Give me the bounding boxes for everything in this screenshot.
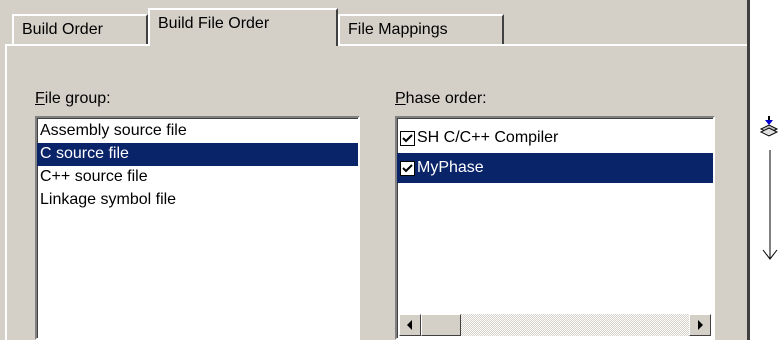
tab-file-mappings[interactable]: File Mappings xyxy=(338,14,504,44)
phase-checkbox[interactable] xyxy=(400,160,415,176)
tab-build-order[interactable]: Build Order xyxy=(12,14,148,44)
phase-order-label-text: hase order: xyxy=(405,90,487,107)
list-item[interactable]: Assembly source file xyxy=(37,120,358,143)
list-item[interactable]: C++ source file xyxy=(37,166,358,189)
scroll-right-button[interactable] xyxy=(689,314,711,336)
list-item-label: C++ source file xyxy=(40,168,148,185)
phase-checkbox[interactable] xyxy=(400,130,415,146)
phase-order-label: Phase order: xyxy=(395,90,487,108)
file-group-mnemonic: F xyxy=(35,90,45,107)
list-item[interactable]: C source file xyxy=(37,143,358,166)
left-arrow-icon xyxy=(407,320,412,330)
phase-order-mnemonic: P xyxy=(395,90,406,107)
list-item-label: Assembly source file xyxy=(40,122,187,139)
phase-order-list[interactable]: SH C/C++ Compiler MyPhase xyxy=(395,116,715,340)
file-group-list[interactable]: Assembly source file C source file C++ s… xyxy=(35,116,360,340)
tab-build-order-label: Build Order xyxy=(22,21,103,38)
right-arrow-icon xyxy=(698,320,703,330)
file-group-label-text: ile group: xyxy=(44,90,111,107)
tab-file-mappings-label: File Mappings xyxy=(348,21,448,38)
checkmark-icon xyxy=(402,163,413,172)
phase-item-label: SH C/C++ Compiler xyxy=(417,129,559,146)
phase-item-label: MyPhase xyxy=(417,159,484,176)
scroll-left-button[interactable] xyxy=(399,314,421,336)
tab-build-file-order[interactable]: Build File Order xyxy=(148,8,338,46)
scroll-thumb[interactable] xyxy=(421,314,461,336)
stack-arrow-icon[interactable] xyxy=(759,115,779,144)
tab-panel: File group: Assembly source file C sourc… xyxy=(5,44,747,340)
dialog: Build Order Build File Order File Mappin… xyxy=(0,0,750,340)
tab-build-file-order-label: Build File Order xyxy=(158,15,270,32)
list-item-label: Linkage symbol file xyxy=(40,191,177,208)
horizontal-scrollbar[interactable] xyxy=(399,314,711,336)
checkmark-icon xyxy=(402,133,413,142)
right-panel xyxy=(750,0,779,340)
list-item[interactable]: Linkage symbol file xyxy=(37,189,358,212)
list-item-label: C source file xyxy=(40,145,129,162)
file-group-label: File group: xyxy=(35,90,111,108)
down-arrow-icon xyxy=(762,150,778,265)
phase-item[interactable]: MyPhase xyxy=(397,153,713,183)
phase-item[interactable]: SH C/C++ Compiler xyxy=(397,123,713,153)
